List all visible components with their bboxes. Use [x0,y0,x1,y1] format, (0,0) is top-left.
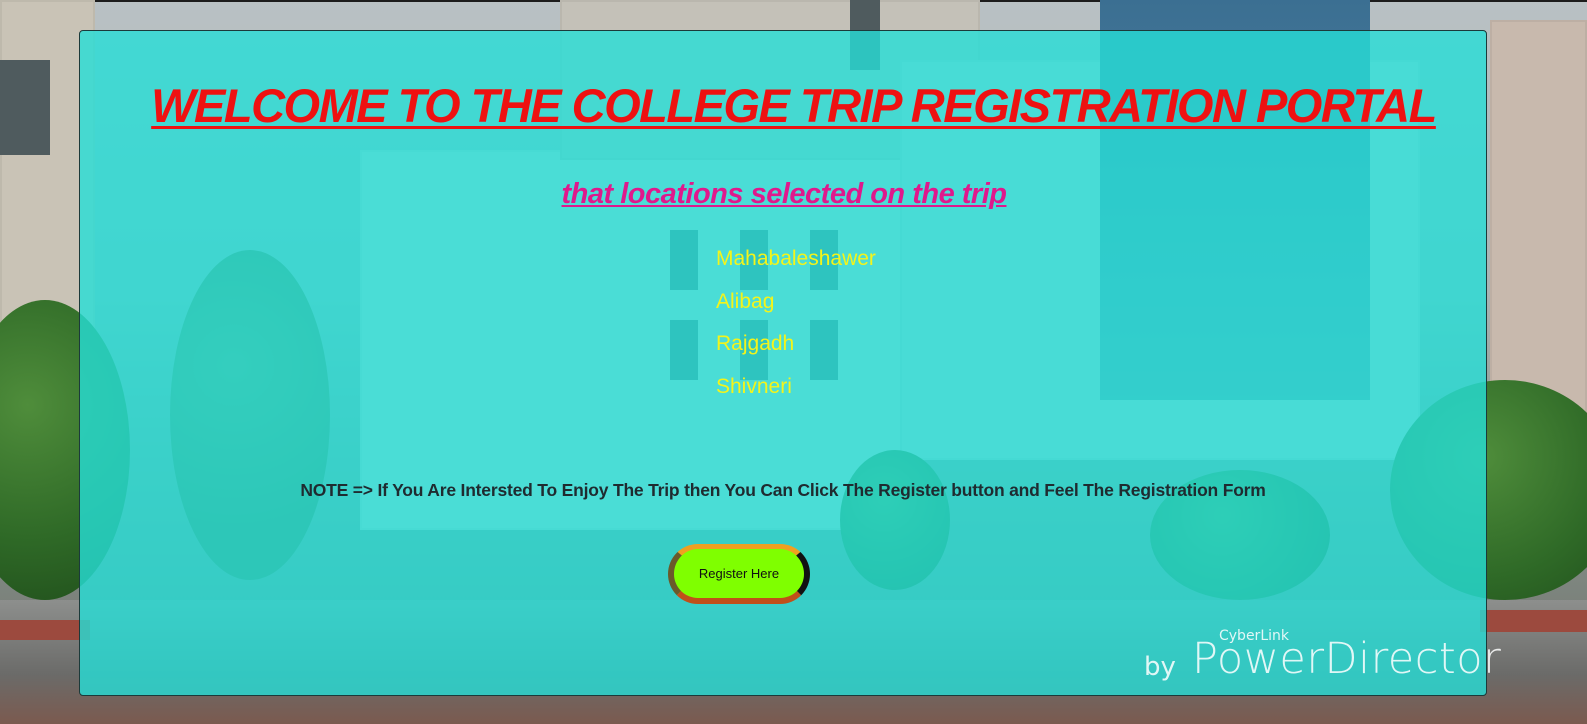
register-button[interactable]: Register Here [668,544,810,604]
page-title: WELCOME TO THE COLLEGE TRIP REGISTRATION… [151,79,1437,132]
locations-subtitle: that locations selected on the trip [561,178,1007,210]
brick-border [0,620,90,640]
location-item: Rajgadh [716,332,795,355]
watermark-product: PowerDirector [1192,634,1502,684]
brick-border [1480,610,1587,632]
location-item: Shivneri [716,374,792,398]
watermark-by: by [1144,652,1176,682]
locations-list: Mahabaleshawer Alibag Rajgadh Shivneri [716,246,876,416]
note-text: NOTE => If You Are Intersted To Enjoy Th… [300,480,1266,500]
location-item: Mahabaleshawer [716,247,876,270]
location-item: Alibag [716,289,775,313]
